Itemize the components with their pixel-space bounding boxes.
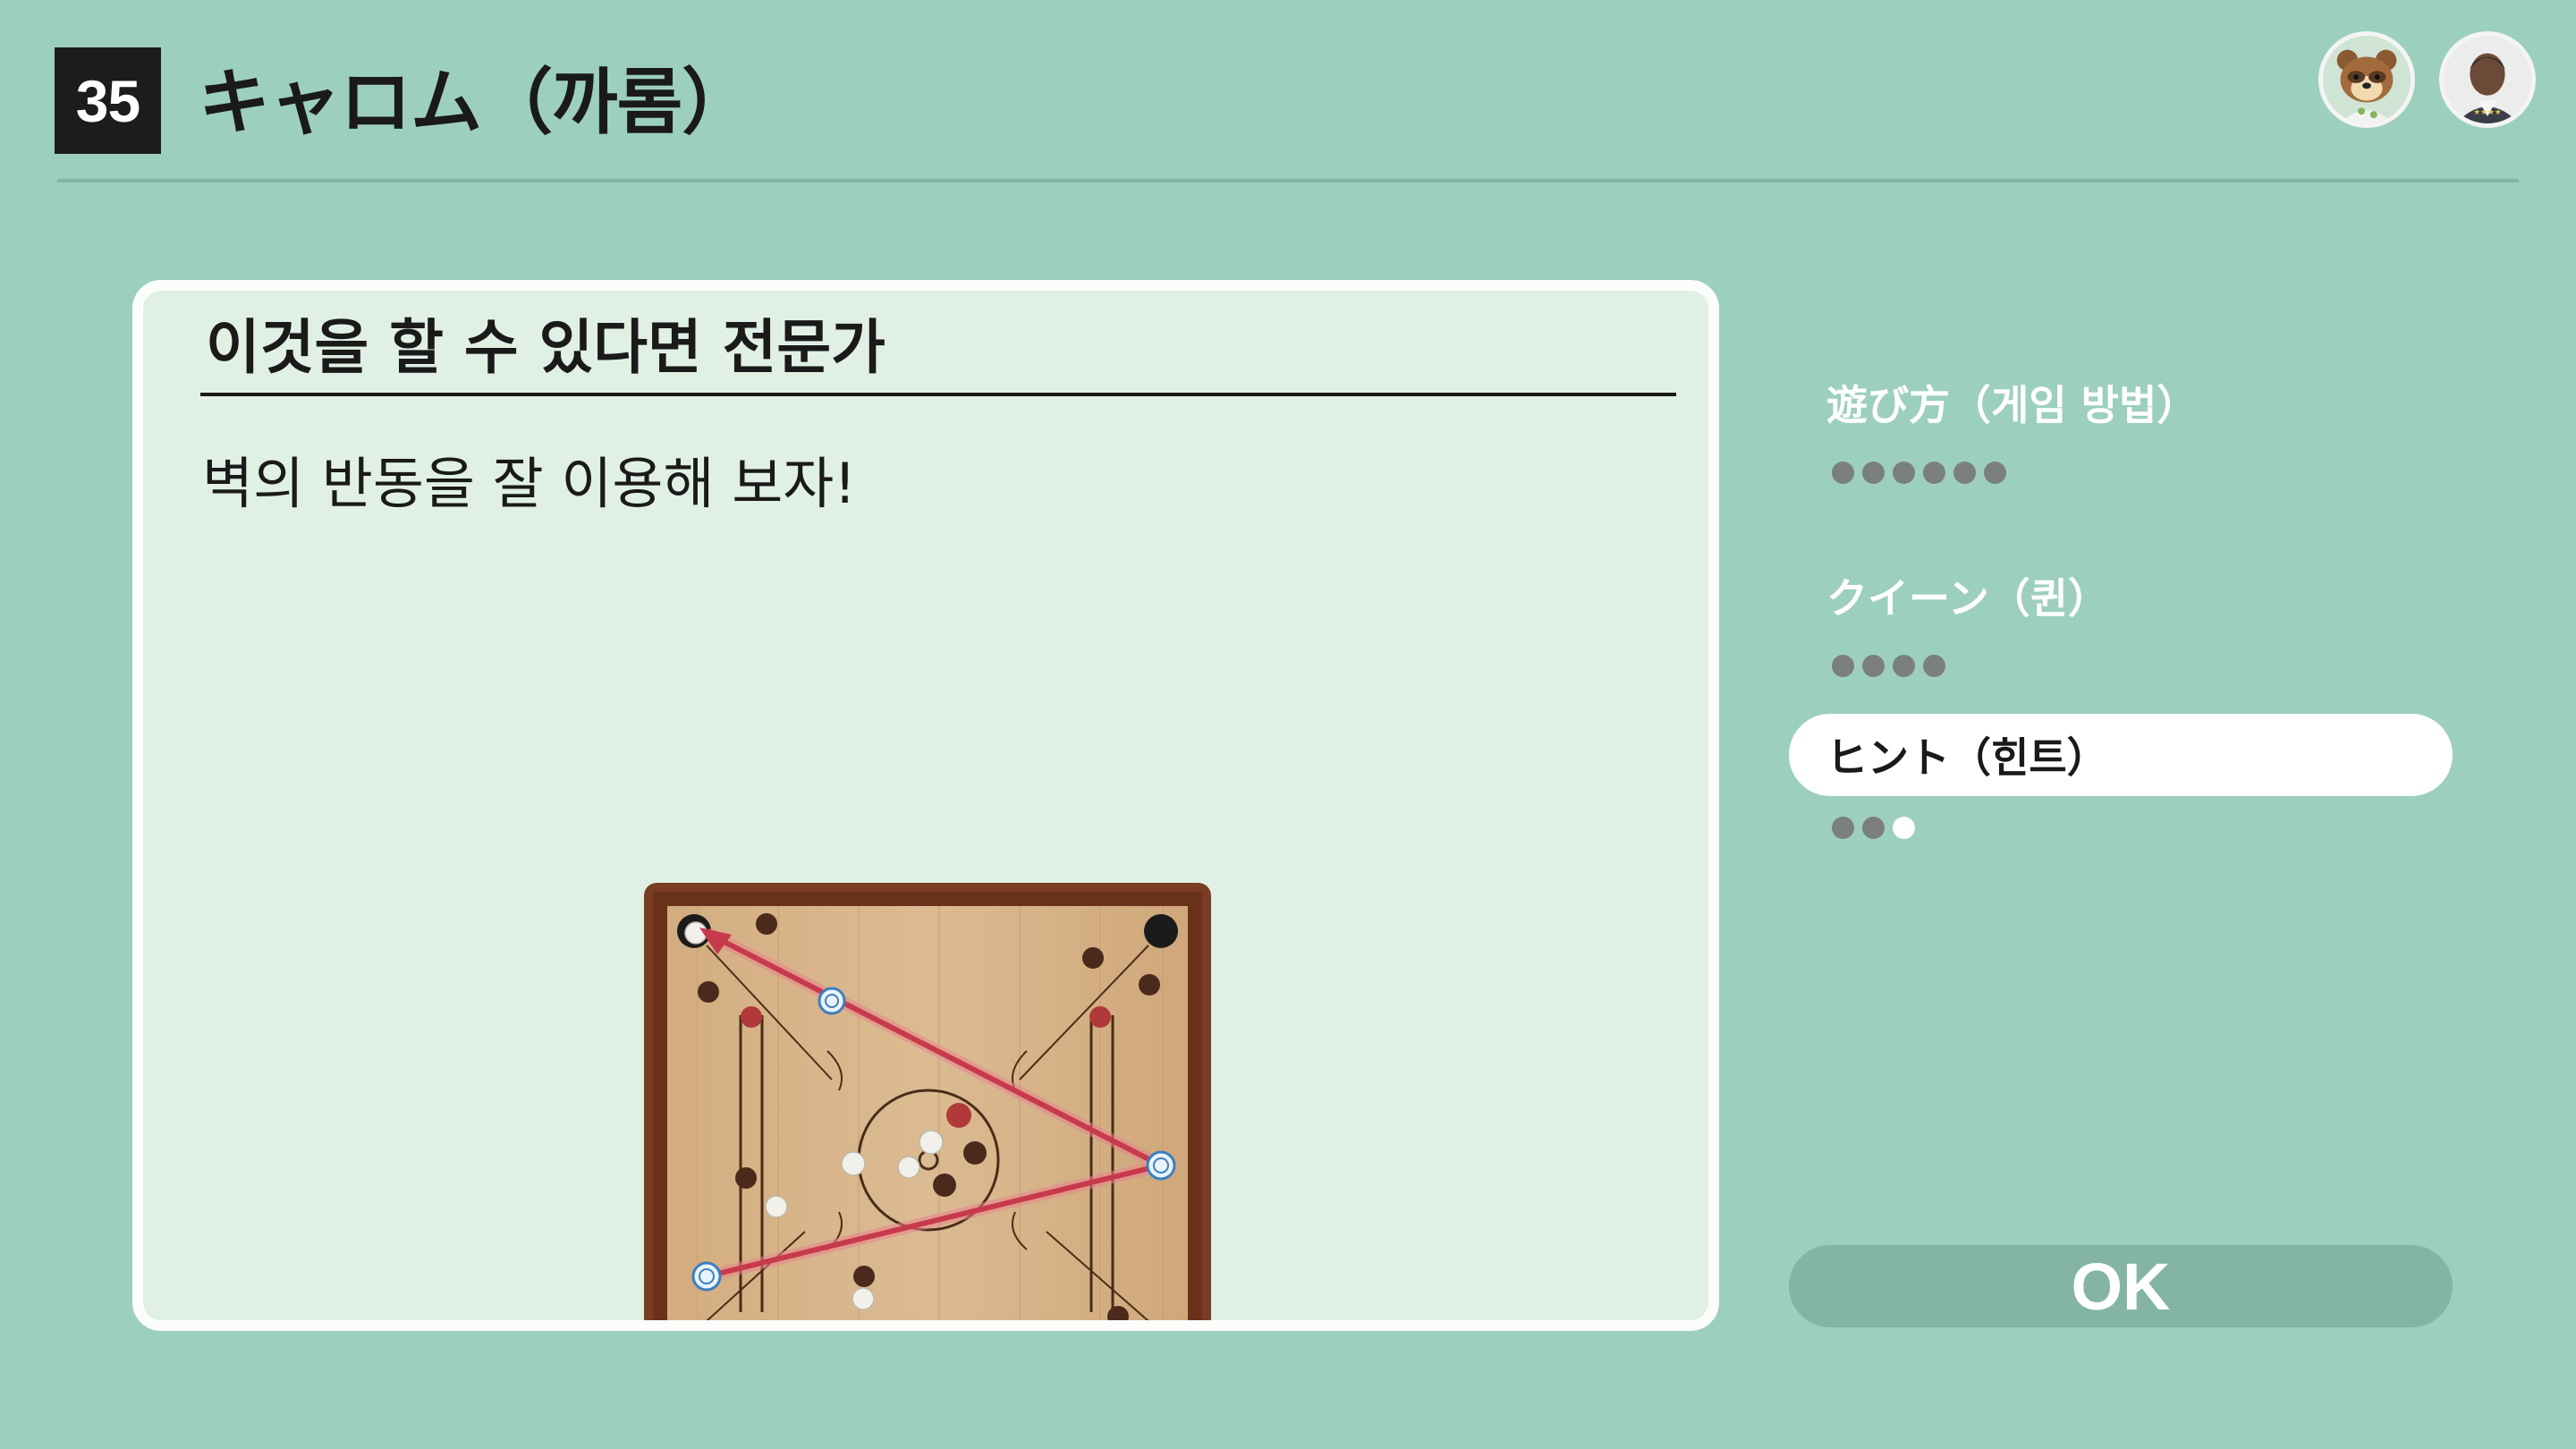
player-avatar-icon: ★★★★ (2439, 31, 2536, 128)
page-dot (1893, 461, 1915, 484)
hint-page-dots (1832, 814, 1915, 841)
tip-heading-divider (200, 393, 1676, 396)
carrom-board-illustration (644, 883, 1211, 1320)
page-dot-current (1893, 816, 1915, 839)
page-dot (1832, 816, 1854, 839)
menu-item-queen[interactable]: クイーン（퀸） (1789, 555, 2453, 637)
raccoon-character-icon (2318, 31, 2415, 128)
menu-item-how-to-play[interactable]: 遊び方（게임 방법） (1789, 361, 2453, 444)
ok-button[interactable]: OK (1789, 1245, 2453, 1327)
page-dot (1832, 461, 1854, 484)
game-screen: 35 キャロム（까롬） ★★★★ 이것을 할 수 있다면 전문가 벽의 반동을 … (0, 0, 2576, 1449)
page-dot (1893, 654, 1915, 677)
tip-heading: 이것을 할 수 있다면 전문가 (206, 313, 886, 382)
page-dot (1862, 461, 1885, 484)
svg-text:★★★★: ★★★★ (2473, 108, 2502, 117)
game-title: キャロム（까롬） (199, 61, 753, 144)
tip-card: 이것을 할 수 있다면 전문가 벽의 반동을 잘 이용해 보자! (132, 280, 1719, 1331)
how-to-play-page-dots (1832, 459, 2006, 486)
page-dot (1862, 654, 1885, 677)
menu-item-hint[interactable]: ヒント（힌트） (1789, 714, 2453, 796)
queen-page-dots (1832, 652, 1945, 679)
game-number-badge: 35 (55, 47, 161, 154)
page-dot (1923, 654, 1945, 677)
page-dot (1984, 461, 2006, 484)
page-dot (1923, 461, 1945, 484)
page-dot (1832, 654, 1854, 677)
page-dot (1953, 461, 1976, 484)
page-dot (1862, 816, 1885, 839)
tip-text: 벽의 반동을 잘 이용해 보자! (202, 451, 857, 516)
header-divider (57, 179, 2519, 182)
